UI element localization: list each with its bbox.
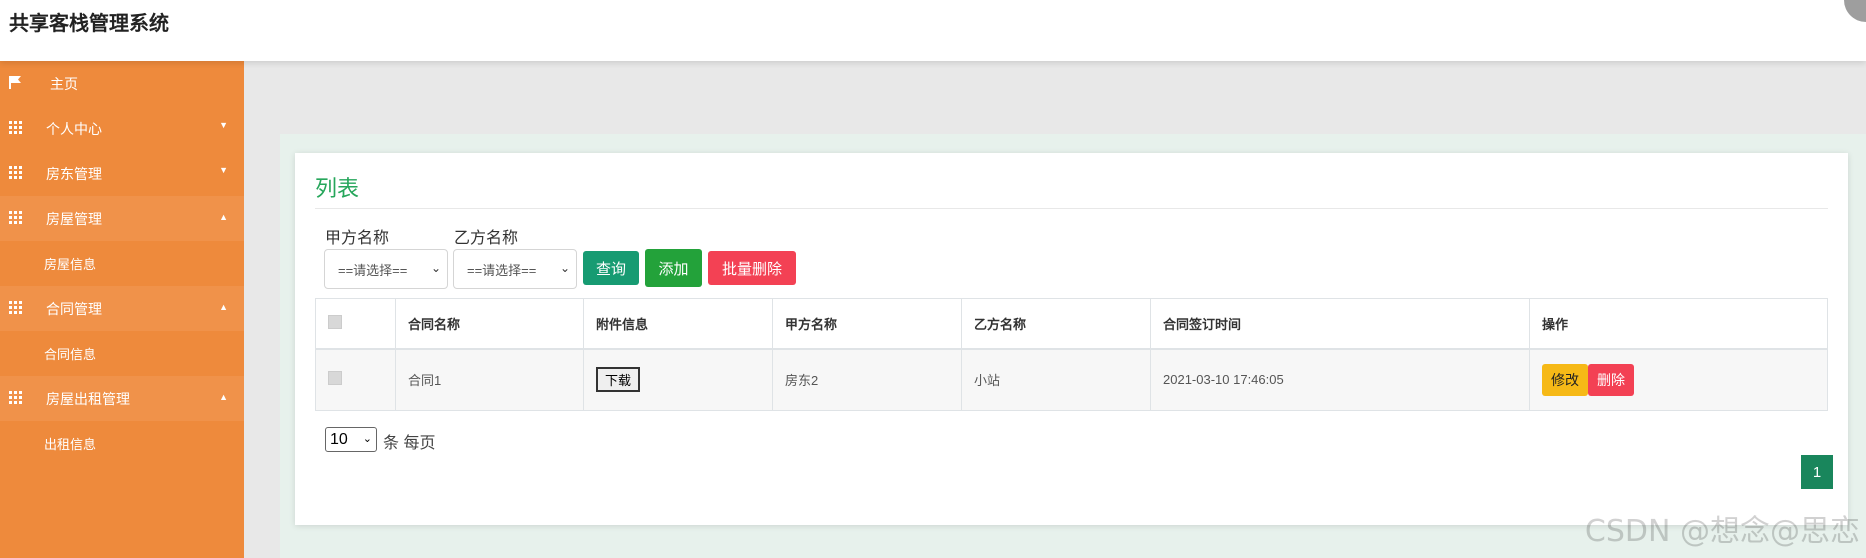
grid-icon (9, 211, 23, 225)
signed-time-cell: 2021-03-10 17:46:05 (1150, 348, 1530, 411)
row-checkbox[interactable] (328, 371, 342, 386)
sidebar-subitem-house-info[interactable]: 房屋信息 (0, 241, 244, 286)
chevron-down-icon: ⌄ (362, 433, 372, 445)
sidebar-item-label: 房屋管理 (46, 210, 102, 227)
per-page-label: 条 每页 (383, 435, 436, 452)
party-a-label: 甲方名称 (325, 230, 390, 247)
sidebar-item-landlord-management[interactable]: 房东管理 ▼ (0, 151, 244, 196)
contract-name-cell: 合同1 (395, 348, 584, 411)
column-header: 附件信息 (583, 298, 773, 350)
page-size-value: 10 (330, 430, 348, 448)
grid-icon (9, 391, 23, 405)
sidebar-subitem-contract-info[interactable]: 合同信息 (0, 331, 244, 376)
sidebar-item-house-management[interactable]: 房屋管理 ▲ (0, 196, 244, 241)
party-a-select-value: ==请选择== (338, 262, 408, 278)
party-b-select-value: ==请选择== (467, 262, 537, 278)
sidebar-item-label: 个人中心 (46, 120, 102, 137)
sidebar-item-contract-management[interactable]: 合同管理 ▲ (0, 286, 244, 331)
actions-cell: 修改 删除 (1529, 348, 1828, 411)
attachment-cell: 下载 (583, 348, 773, 411)
party-b-select[interactable]: ==请选择== ⌄ (453, 249, 577, 289)
row-select-cell (315, 348, 396, 411)
select-all-checkbox[interactable] (328, 314, 342, 329)
top-bar: 共享客栈管理系统 (0, 0, 1866, 61)
chevron-up-icon: ▲ (219, 392, 228, 402)
chevron-down-icon: ⌄ (559, 261, 570, 275)
batch-delete-button[interactable]: 批量删除 (708, 251, 796, 285)
contract-table: 合同名称 附件信息 甲方名称 乙方名称 合同签订时间 操作 合同1 下载 房东2… (315, 298, 1828, 411)
watermark: CSDN @想念@思恋 (1584, 514, 1860, 549)
sidebar-item-personal-center[interactable]: 个人中心 ▼ (0, 106, 244, 151)
avatar[interactable] (1844, 0, 1866, 22)
sidebar-item-label: 房屋出租管理 (46, 390, 130, 407)
flag-icon (9, 76, 21, 89)
chevron-down-icon: ▼ (219, 120, 228, 130)
delete-button[interactable]: 删除 (1588, 363, 1634, 396)
column-header: 操作 (1529, 298, 1828, 350)
party-b-label: 乙方名称 (454, 230, 519, 247)
chevron-up-icon: ▲ (219, 302, 228, 312)
sidebar-item-label: 房东管理 (46, 165, 102, 182)
column-header: 甲方名称 (772, 298, 962, 350)
page-title: 列表 (315, 176, 360, 201)
grid-icon (9, 121, 23, 135)
grid-icon (9, 301, 23, 315)
sidebar-subitem-rental-info[interactable]: 出租信息 (0, 421, 244, 466)
sidebar-item-label: 主页 (50, 75, 78, 92)
party-a-select[interactable]: ==请选择== ⌄ (324, 249, 448, 289)
sidebar-item-label: 合同管理 (46, 300, 102, 317)
divider (315, 208, 1828, 209)
page-size-select[interactable]: 10 ⌄ (325, 427, 377, 452)
edit-button[interactable]: 修改 (1542, 363, 1588, 396)
table-row: 合同1 下载 房东2 小站 2021-03-10 17:46:05 修改 删除 (315, 348, 1828, 411)
column-header: 乙方名称 (961, 298, 1151, 350)
table-header-row: 合同名称 附件信息 甲方名称 乙方名称 合同签订时间 操作 (315, 298, 1828, 350)
list-panel: 列表 甲方名称 ==请选择== ⌄ 乙方名称 ==请选择== ⌄ 查询 添加 批… (295, 153, 1848, 525)
download-button[interactable]: 下载 (596, 367, 641, 393)
chevron-down-icon: ▼ (219, 165, 228, 175)
column-header: 合同签订时间 (1150, 298, 1530, 350)
page-button-current[interactable]: 1 (1801, 455, 1833, 489)
party-a-cell: 房东2 (772, 348, 962, 411)
sidebar-item-home[interactable]: 主页 (0, 61, 244, 106)
sidebar: 主页 个人中心 ▼ 房东管理 ▼ 房屋管理 ▲ 房屋信息 合同管理 ▲ 合同信息… (0, 61, 244, 558)
chevron-down-icon: ⌄ (430, 261, 441, 275)
search-button[interactable]: 查询 (583, 251, 639, 285)
sidebar-item-rental-management[interactable]: 房屋出租管理 ▲ (0, 376, 244, 421)
add-button[interactable]: 添加 (645, 249, 702, 287)
chevron-up-icon: ▲ (219, 212, 228, 222)
party-b-cell: 小站 (961, 348, 1151, 411)
select-all-cell (315, 298, 396, 350)
grid-icon (9, 166, 23, 180)
column-header: 合同名称 (395, 298, 584, 350)
app-title: 共享客栈管理系统 (9, 13, 169, 35)
